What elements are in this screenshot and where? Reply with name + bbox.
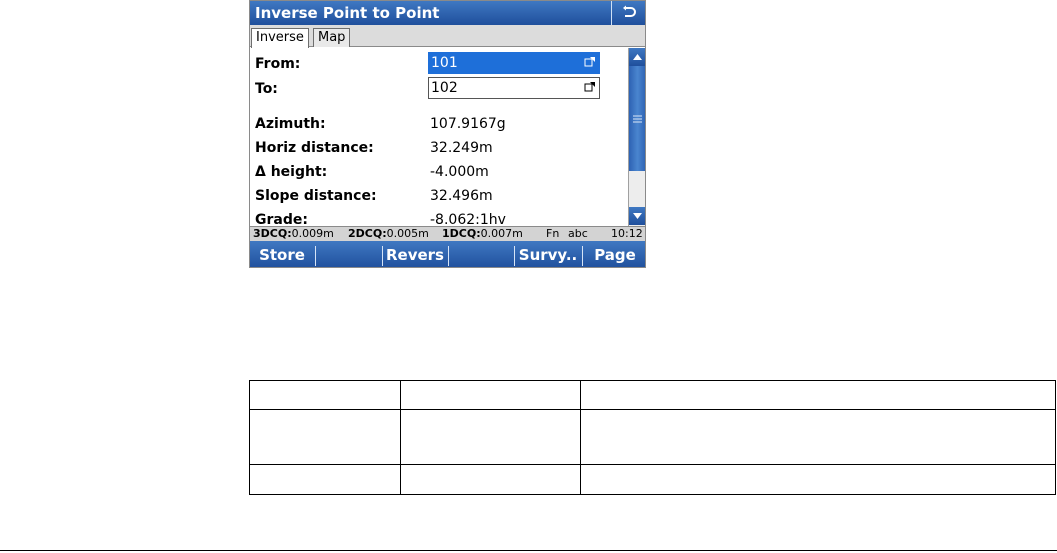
- revers-button[interactable]: Revers: [383, 241, 447, 267]
- from-value: 101: [431, 55, 458, 71]
- scroll-down-icon: [633, 213, 642, 219]
- tab-bar: Inverse Map: [250, 25, 645, 48]
- grip-icon: [633, 115, 642, 123]
- device-screen: Inverse Point to Point Inverse Map From:…: [249, 0, 646, 268]
- 3dcq-status: 3DCQ:0.009m: [253, 227, 334, 241]
- status-bar: 3DCQ:0.009m 2DCQ:0.005m 1DCQ:0.007m Fn a…: [250, 226, 645, 241]
- empty-softkey-4[interactable]: [449, 241, 513, 267]
- horiz-distance-label: Horiz distance:: [255, 140, 374, 156]
- from-field[interactable]: 101: [428, 52, 600, 74]
- 2dcq-value: 0.005m: [386, 227, 429, 240]
- scroll-up-icon: [633, 54, 642, 60]
- from-label: From:: [255, 56, 301, 72]
- page-button[interactable]: Page: [583, 241, 645, 267]
- grade-label: Grade:: [255, 212, 308, 226]
- azimuth-label: Azimuth:: [255, 116, 326, 132]
- table-cell: [400, 380, 581, 410]
- to-label: To:: [255, 81, 278, 97]
- page-footer-rule: [0, 550, 1057, 551]
- scroll-down-button[interactable]: [629, 207, 645, 225]
- store-button[interactable]: Store: [250, 241, 314, 267]
- window-title: Inverse Point to Point: [255, 4, 440, 22]
- 1dcq-status: 1DCQ:0.007m: [442, 227, 523, 241]
- description-table: [249, 380, 1056, 495]
- grade-value: -8.062:1hv: [430, 212, 506, 226]
- slope-distance-label: Slope distance:: [255, 188, 377, 204]
- empty-softkey-2[interactable]: [316, 241, 380, 267]
- scroll-up-button[interactable]: [629, 48, 645, 66]
- tab-inverse[interactable]: Inverse: [251, 28, 309, 48]
- tab-map[interactable]: Map: [313, 28, 351, 47]
- delta-height-label: Δ height:: [255, 164, 328, 180]
- survy-button[interactable]: Survy..: [515, 241, 581, 267]
- inverse-panel: From: 101 To: 102 Azimuth: 107.9167g Hor…: [250, 48, 628, 226]
- list-picker-icon[interactable]: [584, 56, 596, 68]
- scroll-thumb[interactable]: [629, 66, 645, 171]
- to-value: 102: [431, 80, 458, 96]
- input-mode-indicator: abc: [568, 227, 588, 240]
- table-row: [249, 380, 1056, 410]
- clock: 10:12: [611, 227, 643, 240]
- azimuth-value: 107.9167g: [430, 116, 506, 132]
- table-cell: [249, 464, 401, 495]
- table-cell: [400, 409, 581, 465]
- table-cell: [580, 380, 1056, 410]
- vertical-scrollbar[interactable]: [628, 48, 645, 226]
- delta-height-value: -4.000m: [430, 164, 489, 180]
- list-picker-icon[interactable]: [584, 81, 596, 93]
- table-cell: [400, 464, 581, 495]
- return-arrow-icon: [622, 5, 636, 17]
- back-button[interactable]: [611, 1, 645, 25]
- table-cell: [580, 409, 1056, 465]
- 1dcq-label: 1DCQ:: [442, 227, 481, 240]
- 2dcq-status: 2DCQ:0.005m: [348, 227, 429, 241]
- to-field[interactable]: 102: [428, 77, 600, 99]
- 1dcq-value: 0.007m: [480, 227, 523, 240]
- table-cell: [580, 464, 1056, 495]
- table-cell: [249, 380, 401, 410]
- 3dcq-label: 3DCQ:: [253, 227, 292, 240]
- table-row: [249, 464, 1056, 495]
- 3dcq-value: 0.009m: [291, 227, 334, 240]
- title-bar: Inverse Point to Point: [250, 1, 645, 25]
- table-row: [249, 409, 1056, 465]
- table-cell: [249, 409, 401, 465]
- slope-distance-value: 32.496m: [430, 188, 493, 204]
- 2dcq-label: 2DCQ:: [348, 227, 387, 240]
- fn-indicator: Fn: [546, 227, 560, 240]
- horiz-distance-value: 32.249m: [430, 140, 493, 156]
- softkey-bar: Store Revers Survy.. Page: [250, 241, 645, 267]
